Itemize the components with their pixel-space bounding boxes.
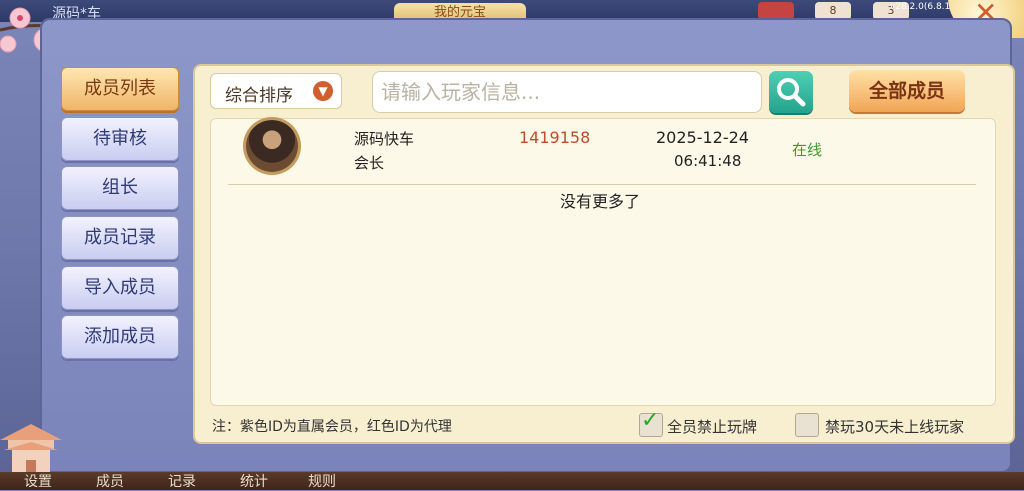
search-icon [777, 78, 806, 107]
row-divider [228, 184, 976, 185]
nav-records[interactable]: 记录 [168, 471, 196, 491]
member-join-date: 2025-12-24 [656, 128, 749, 147]
status-badge: 在线 [792, 141, 823, 159]
search-box[interactable] [372, 71, 762, 113]
check-icon: ✓ [641, 408, 660, 433]
search-input[interactable] [379, 74, 753, 110]
ban-inactive-checkbox[interactable] [795, 413, 819, 437]
id-color-note: 注：紫色ID为直属会员，红色ID为代理 [212, 419, 452, 435]
sort-dropdown-label: 综合排序 [225, 86, 293, 106]
ban-all-checkbox[interactable]: ✓ [639, 408, 663, 437]
sort-dropdown[interactable]: 综合排序 ▼ [210, 73, 342, 109]
member-join-time: 06:41:48 [674, 152, 742, 170]
nav-settings[interactable]: 设置 [24, 471, 52, 491]
bottom-nav: 设置 成员 记录 统计 规则 [0, 472, 1024, 490]
ban-all-label: 全员禁止玩牌 [667, 418, 758, 436]
nav-members[interactable]: 成员 [96, 471, 124, 491]
nav-stats[interactable]: 统计 [240, 471, 268, 491]
member-id: 1419158 [519, 128, 591, 147]
avatar [246, 120, 298, 172]
sidebar-item-team-leader[interactable]: 组长 [61, 166, 179, 210]
list-end-text: 没有更多了 [560, 192, 641, 211]
member-name: 源码快车 [354, 130, 415, 148]
ban-inactive-label: 禁玩30天未上线玩家 [825, 418, 965, 436]
search-button[interactable] [769, 71, 813, 113]
chevron-down-icon: ▼ [313, 81, 333, 101]
member-role: 会长 [354, 154, 385, 172]
sidebar-item-member-list[interactable]: 成员列表 [61, 67, 179, 111]
sidebar-item-import-members[interactable]: 导入成员 [61, 266, 179, 310]
all-members-button[interactable]: 全部成员 [849, 70, 965, 112]
nav-rules[interactable]: 规则 [308, 471, 336, 491]
sidebar-item-pending-review[interactable]: 待审核 [61, 117, 179, 161]
member-list [210, 118, 996, 406]
pagoda-decoration [0, 424, 62, 478]
sidebar-item-add-member[interactable]: 添加成员 [61, 315, 179, 359]
sidebar-item-member-records[interactable]: 成员记录 [61, 216, 179, 260]
